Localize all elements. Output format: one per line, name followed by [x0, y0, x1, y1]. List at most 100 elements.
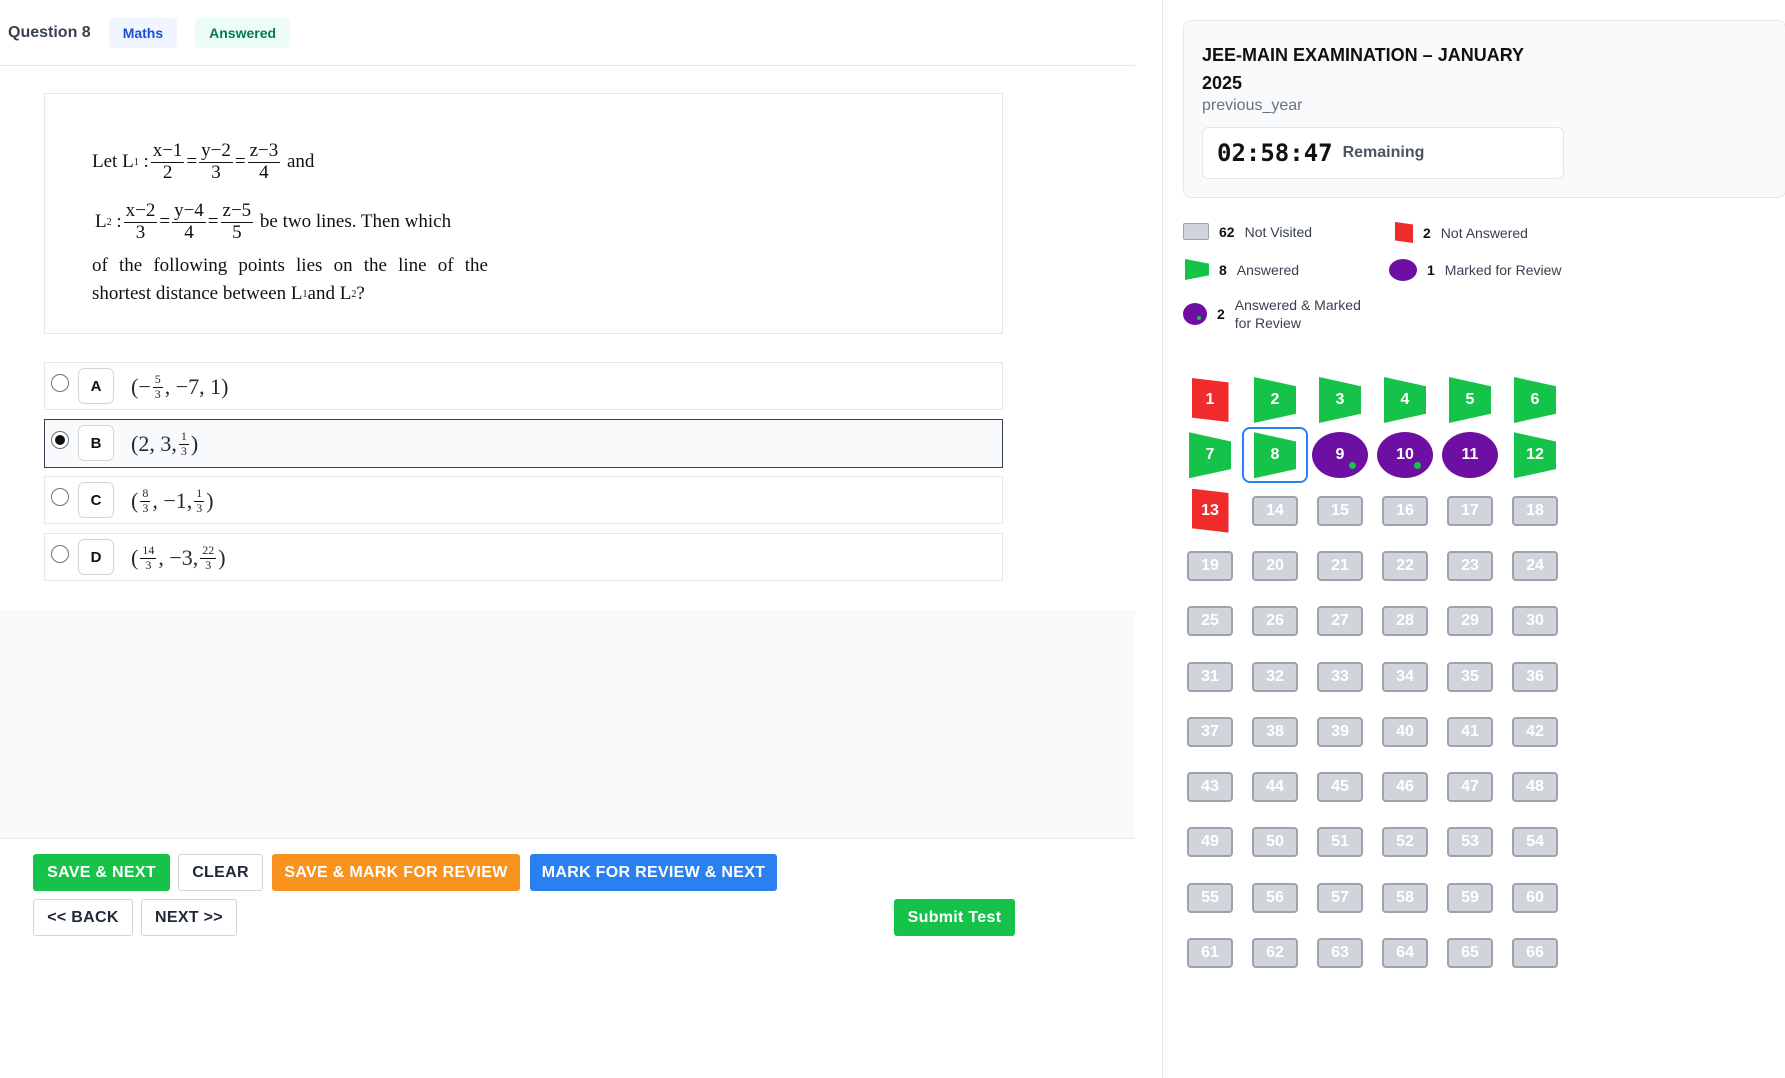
palette-question-29[interactable]: 29: [1447, 606, 1493, 637]
palette-question-49[interactable]: 49: [1187, 827, 1233, 858]
palette-question-63[interactable]: 63: [1317, 938, 1363, 968]
palette-question-4[interactable]: 4: [1384, 377, 1426, 423]
palette-question-25[interactable]: 25: [1187, 606, 1233, 637]
palette-question-28[interactable]: 28: [1382, 606, 1428, 637]
palette-question-58[interactable]: 58: [1382, 882, 1428, 913]
palette-question-6[interactable]: 6: [1514, 377, 1556, 423]
text-let: Let: [92, 151, 123, 172]
clear-button[interactable]: CLEAR: [178, 854, 263, 891]
palette-question-32[interactable]: 32: [1252, 661, 1298, 692]
palette-question-35[interactable]: 35: [1447, 661, 1493, 692]
palette-question-3[interactable]: 3: [1319, 377, 1361, 423]
option-radio[interactable]: [51, 431, 69, 449]
palette-question-21[interactable]: 21: [1317, 550, 1363, 581]
palette-question-65[interactable]: 65: [1447, 938, 1493, 968]
palette-question-45[interactable]: 45: [1317, 772, 1363, 803]
palette-question-40[interactable]: 40: [1382, 716, 1428, 747]
palette-question-59[interactable]: 59: [1447, 882, 1493, 913]
palette-question-20[interactable]: 20: [1252, 550, 1298, 581]
option-radio[interactable]: [51, 374, 69, 392]
palette-question-7[interactable]: 7: [1189, 432, 1231, 479]
palette-question-30[interactable]: 30: [1512, 606, 1558, 637]
answered-marked-icon: [1183, 303, 1207, 325]
palette-question-10[interactable]: 10: [1377, 432, 1433, 479]
palette-question-47[interactable]: 47: [1447, 772, 1493, 803]
palette-question-34[interactable]: 34: [1382, 661, 1428, 692]
palette-question-22[interactable]: 22: [1382, 550, 1428, 581]
palette-question-2[interactable]: 2: [1254, 377, 1296, 423]
palette-question-11[interactable]: 11: [1442, 432, 1498, 479]
palette-question-23[interactable]: 23: [1447, 550, 1493, 581]
palette-question-16[interactable]: 16: [1382, 495, 1428, 526]
question-pane: Question 8 Maths Answered Let L1 : x−1 2 = y…: [0, 0, 1135, 1078]
palette-question-37[interactable]: 37: [1187, 716, 1233, 747]
fraction: y−2 3: [199, 140, 233, 184]
numerator: 5: [152, 372, 163, 388]
timer-label: Remaining: [1342, 144, 1425, 161]
legend-not-answered: 2 Not Answered: [1395, 222, 1528, 243]
palette-question-66[interactable]: 66: [1512, 938, 1558, 968]
palette-question-14[interactable]: 14: [1252, 495, 1298, 526]
not-answered-icon: [1395, 222, 1413, 243]
back-button[interactable]: << BACK: [33, 899, 133, 936]
palette-question-18[interactable]: 18: [1512, 495, 1558, 526]
mark-review-next-button[interactable]: MARK FOR REVIEW & NEXT: [530, 854, 777, 891]
option-a[interactable]: A (− 5 3, −7, 1): [44, 362, 1003, 410]
submit-test-button[interactable]: Submit Test: [894, 899, 1015, 936]
palette-question-24[interactable]: 24: [1512, 550, 1558, 581]
palette-question-56[interactable]: 56: [1252, 882, 1298, 913]
numerator: 14: [140, 543, 157, 559]
palette-question-39[interactable]: 39: [1317, 716, 1363, 747]
palette-question-61[interactable]: 61: [1187, 938, 1233, 968]
palette-question-48[interactable]: 48: [1512, 772, 1558, 803]
palette-question-42[interactable]: 42: [1512, 716, 1558, 747]
option-text: (− 5 3, −7, 1): [131, 369, 228, 405]
denominator: 3: [205, 557, 212, 572]
option-text-part: (: [131, 545, 139, 570]
save-mark-review-button[interactable]: SAVE & MARK FOR REVIEW: [272, 854, 520, 891]
exam-type: previous_year: [1202, 97, 1303, 114]
palette-question-31[interactable]: 31: [1187, 661, 1233, 692]
palette-question-60[interactable]: 60: [1512, 882, 1558, 913]
palette-question-50[interactable]: 50: [1252, 827, 1298, 858]
palette-question-52[interactable]: 52: [1382, 827, 1428, 858]
option-d[interactable]: D(14 3, −3, 22 3): [44, 533, 1003, 581]
palette-question-38[interactable]: 38: [1252, 716, 1298, 747]
palette-question-13[interactable]: 13: [1191, 488, 1229, 533]
palette-question-27[interactable]: 27: [1317, 606, 1363, 637]
legend-label-line-1: Answered & Marked: [1234, 297, 1361, 313]
palette-question-36[interactable]: 36: [1512, 661, 1558, 692]
next-button[interactable]: NEXT >>: [141, 899, 237, 936]
line-name: L: [122, 151, 134, 172]
option-b[interactable]: B (2, 3, 1 3): [44, 419, 1003, 468]
palette-question-26[interactable]: 26: [1252, 606, 1298, 637]
palette-question-64[interactable]: 64: [1382, 938, 1428, 968]
palette-question-54[interactable]: 54: [1512, 827, 1558, 858]
palette-question-12[interactable]: 12: [1514, 432, 1556, 479]
palette-question-53[interactable]: 53: [1447, 827, 1493, 858]
equals: =: [186, 151, 198, 172]
palette-question-41[interactable]: 41: [1447, 716, 1493, 747]
denominator: 3: [145, 557, 152, 572]
legend-not-visited: 62 Not Visited: [1183, 223, 1312, 240]
palette-question-51[interactable]: 51: [1317, 827, 1363, 858]
palette-question-33[interactable]: 33: [1317, 661, 1363, 692]
palette-question-55[interactable]: 55: [1187, 882, 1233, 913]
palette-question-46[interactable]: 46: [1382, 772, 1428, 803]
palette-question-17[interactable]: 17: [1447, 495, 1493, 526]
palette-question-62[interactable]: 62: [1252, 938, 1298, 968]
palette-question-19[interactable]: 19: [1187, 550, 1233, 581]
palette-question-1[interactable]: 1: [1191, 378, 1229, 422]
option-radio[interactable]: [51, 545, 69, 563]
palette-question-15[interactable]: 15: [1317, 495, 1363, 526]
save-next-button[interactable]: SAVE & NEXT: [33, 854, 170, 891]
palette-question-5[interactable]: 5: [1449, 377, 1491, 423]
option-radio[interactable]: [51, 488, 69, 506]
option-c[interactable]: C(8 3, −1, 1 3): [44, 476, 1003, 524]
palette-question-44[interactable]: 44: [1252, 772, 1298, 803]
legend-count: 2: [1423, 224, 1431, 241]
palette-question-9[interactable]: 9: [1312, 432, 1368, 479]
palette-question-57[interactable]: 57: [1317, 882, 1363, 913]
palette-question-43[interactable]: 43: [1187, 772, 1233, 803]
option-text-part: (2, 3,: [131, 431, 177, 456]
